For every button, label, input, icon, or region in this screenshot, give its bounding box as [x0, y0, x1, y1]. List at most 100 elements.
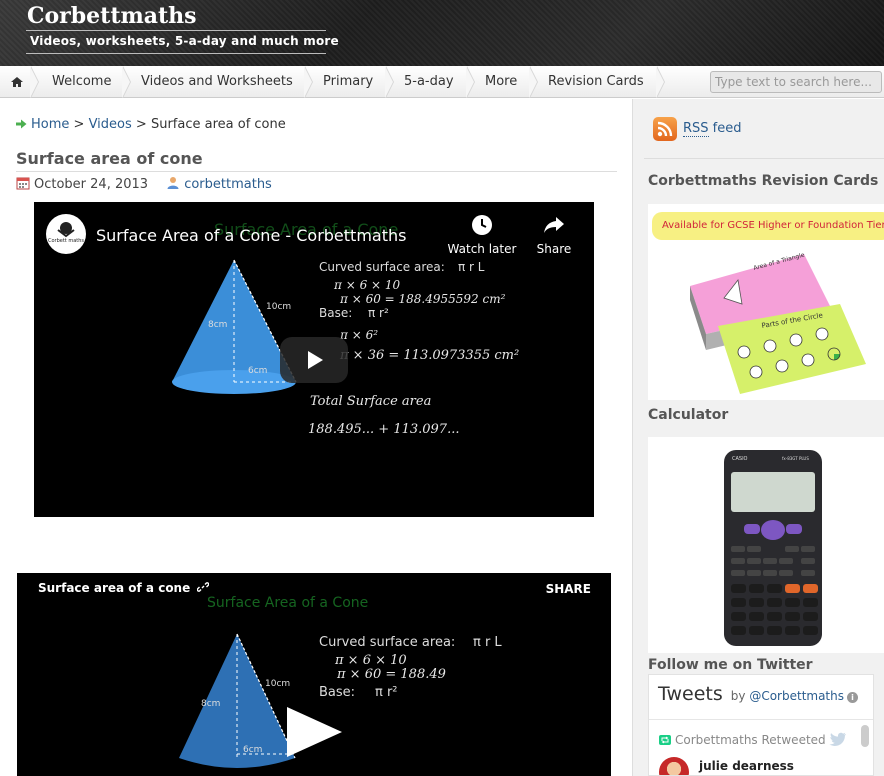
- page-title: Surface area of cone: [16, 149, 203, 168]
- arrow-right-icon: [16, 119, 27, 129]
- nav-separator: [529, 66, 540, 98]
- home-icon[interactable]: [10, 75, 24, 89]
- calc-model: fx-83GT PLUS: [782, 456, 809, 461]
- base-label: Base:: [319, 306, 353, 320]
- nav-separator: [30, 66, 41, 98]
- twitter-bird-icon[interactable]: [829, 732, 847, 746]
- avatar[interactable]: [659, 757, 689, 775]
- retweet-notice: Corbettmaths Retweeted: [659, 733, 826, 747]
- share-arrow-icon: [544, 217, 564, 233]
- share-button[interactable]: SHARE: [546, 582, 591, 596]
- post-meta: October 24, 2013 corbettmaths: [16, 176, 272, 194]
- base-label: Base:: [319, 685, 356, 700]
- rss-glyph: [657, 121, 673, 137]
- title-divider: [16, 171, 617, 172]
- breadcrumb-separator: >: [73, 117, 85, 132]
- working-line-2: π × 60 = 188.4955592 cm²: [340, 292, 506, 306]
- curved-surface-formula: π r L: [458, 260, 485, 274]
- calendar-icon: [16, 177, 30, 190]
- site-title[interactable]: Corbettmaths: [27, 3, 197, 29]
- rss-feed-link[interactable]: RSS feed: [683, 121, 742, 137]
- link-icon: [197, 582, 210, 592]
- working-line-3: π × 6²: [340, 328, 379, 342]
- tweets-title: Tweets by @Corbettmaths: [658, 683, 844, 705]
- curved-surface-label: Curved surface area:: [319, 635, 456, 650]
- working-line-1: π × 6 × 10: [335, 653, 407, 668]
- video-title-text: Surface area of a cone: [38, 581, 191, 595]
- info-icon[interactable]: i: [847, 692, 858, 703]
- watch-later-label: Watch later: [447, 242, 517, 256]
- twitter-heading: Follow me on Twitter: [648, 657, 813, 673]
- rss-abbr: RSS: [683, 121, 709, 137]
- video-title[interactable]: Surface Area of a Cone - Corbettmaths: [96, 226, 406, 245]
- nav-separator: [122, 66, 133, 98]
- video-title[interactable]: Surface area of a cone: [38, 581, 210, 595]
- base-formula: π r²: [368, 306, 389, 320]
- search-input[interactable]: [710, 71, 882, 93]
- revision-cards-heading: Corbettmaths Revision Cards: [648, 173, 879, 189]
- nav-item-more[interactable]: More: [485, 66, 517, 98]
- channel-logo[interactable]: Corbett maths: [46, 214, 86, 254]
- nav-item-5-a-day[interactable]: 5-a-day: [404, 66, 454, 98]
- slant-height-label: 10cm: [265, 679, 291, 689]
- share-button[interactable]: Share: [532, 214, 576, 256]
- calculator-image: CASIO fx-83GT PLUS: [724, 450, 822, 646]
- youtube-video-player[interactable]: Surface Area of a Cone 10cm 8cm 6cm Curv…: [34, 202, 594, 517]
- working-line-2: π × 60 = 188.49: [337, 667, 446, 682]
- slant-height-label: 10cm: [266, 302, 292, 312]
- height-label: 8cm: [208, 320, 228, 330]
- nav-item-videos-and-worksheets[interactable]: Videos and Worksheets: [141, 66, 293, 98]
- nav-item-welcome[interactable]: Welcome: [52, 66, 111, 98]
- working-line-4: π × 36 = 113.0973355 cm²: [340, 348, 520, 363]
- total-surface-label: Total Surface area: [310, 394, 432, 409]
- calc-brand: CASIO: [732, 456, 748, 462]
- page: Corbettmaths Videos, worksheets, 5-a-day…: [0, 0, 884, 776]
- post-date: October 24, 2013: [34, 177, 149, 192]
- share-label: Share: [536, 242, 572, 256]
- embedded-video-player[interactable]: Surface Area of a Cone 10cm 8cm 6cm Curv…: [17, 573, 611, 776]
- nav-separator: [304, 66, 315, 98]
- corbettmaths-logo-icon: [57, 222, 75, 238]
- breadcrumb-current: Surface area of cone: [150, 117, 286, 132]
- rss-icon[interactable]: [653, 117, 677, 141]
- play-button[interactable]: [280, 337, 348, 383]
- breadcrumb-separator: >: [135, 117, 147, 132]
- nav-item-revision-cards[interactable]: Revision Cards: [548, 66, 644, 98]
- video-board-title: Surface Area of a Cone: [207, 595, 369, 611]
- base-formula: π r²: [375, 685, 398, 700]
- nav-separator: [385, 66, 396, 98]
- calculator-ad[interactable]: CASIO fx-83GT PLUS: [648, 437, 884, 653]
- radius-label: 6cm: [248, 366, 268, 376]
- retweeted-text: Corbettmaths Retweeted: [675, 733, 826, 747]
- revision-cards-ad[interactable]: Available for GCSE Higher or Foundation …: [648, 204, 884, 400]
- tweets-by-word: by: [730, 689, 746, 703]
- channel-logo-text: Corbett maths: [47, 238, 85, 244]
- clock-icon: [472, 215, 492, 235]
- post-author[interactable]: corbettmaths: [184, 177, 272, 192]
- nav-separator: [656, 66, 667, 98]
- height-label: 8cm: [201, 699, 221, 709]
- radius-label: 6cm: [243, 745, 263, 755]
- user-icon: [167, 177, 179, 189]
- revision-cards-banner: Available for GCSE Higher or Foundation …: [652, 212, 884, 240]
- tweets-by: by @Corbettmaths: [731, 689, 844, 703]
- tweets-title-text: Tweets: [658, 683, 723, 705]
- twitter-widget[interactable]: Tweets by @Corbettmaths i Corbettmaths R…: [648, 674, 874, 776]
- tweet-author-name[interactable]: julie dearness: [699, 759, 794, 773]
- header-rule-bottom: [26, 53, 326, 54]
- total-surface-line: 188.495... + 113.097...: [308, 422, 460, 437]
- sidebar-divider: [644, 158, 884, 159]
- play-button[interactable]: [287, 707, 342, 757]
- nav-item-primary[interactable]: Primary: [323, 66, 373, 98]
- breadcrumb-home[interactable]: Home: [31, 117, 69, 132]
- breadcrumb-videos[interactable]: Videos: [89, 117, 132, 132]
- watch-later-button[interactable]: Watch later: [445, 214, 519, 256]
- rss-feed-text: feed: [708, 121, 742, 136]
- tweets-scrollbar[interactable]: [861, 725, 869, 747]
- breadcrumb: Home > Videos > Surface area of cone: [16, 117, 286, 132]
- site-header: Corbettmaths Videos, worksheets, 5-a-day…: [0, 0, 884, 66]
- site-tagline: Videos, worksheets, 5-a-day and much mor…: [30, 34, 339, 48]
- revision-cards-image: Area of a Triangle Parts of the Circle: [690, 251, 866, 394]
- header-rule: [26, 30, 326, 31]
- twitter-handle-link[interactable]: @Corbettmaths: [749, 689, 844, 703]
